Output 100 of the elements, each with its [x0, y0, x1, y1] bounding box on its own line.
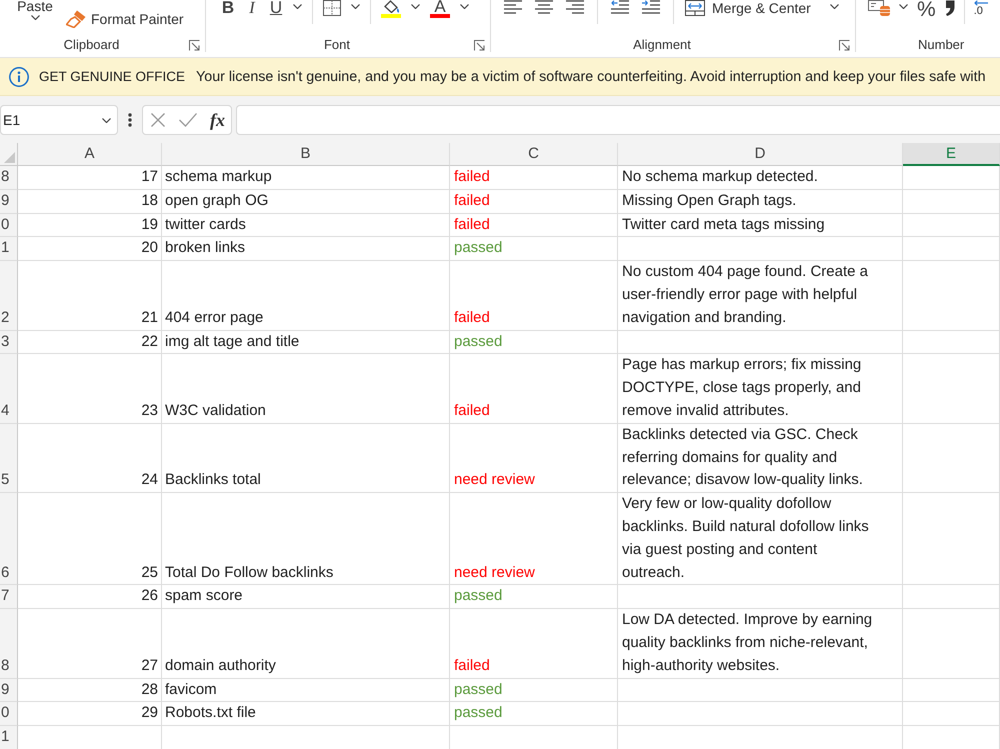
table-cell: passed [450, 678, 618, 702]
insert-function-button[interactable]: fx [210, 111, 225, 129]
format-painter-button[interactable]: Format Painter [66, 10, 184, 28]
table-cell: Backlinks total [162, 424, 450, 494]
merge-cells-icon [685, 0, 705, 16]
table-cell: Backlinks detected via GSC. Check referring domains for quality and relevance; disavow low-quality links. [618, 424, 903, 494]
indent-icon[interactable] [642, 0, 660, 14]
table-cell: 27 [18, 609, 162, 679]
chevron-down-icon[interactable] [830, 4, 839, 9]
row-header[interactable]: 4 [0, 354, 18, 424]
percent-button[interactable]: % [917, 0, 936, 19]
group-label: Number [918, 38, 964, 52]
arrow-left-icon [974, 0, 988, 6]
row-header[interactable]: 0 [0, 214, 18, 238]
table-cell: 17 [18, 166, 162, 190]
grid-icon[interactable] [323, 0, 341, 16]
table-cell: need review [450, 493, 618, 586]
table-cell: failed [450, 609, 618, 679]
group-label: Clipboard [64, 38, 120, 52]
outdent-icon[interactable] [611, 0, 629, 14]
row-header[interactable]: 9 [0, 190, 18, 214]
table-cell: No custom 404 page found. Create a user-friendly error page with helpful navigation and branding. [618, 261, 903, 331]
font-color-button[interactable]: A [430, 0, 450, 18]
column-header[interactable]: E [903, 143, 1000, 166]
banknote-coins-icon[interactable] [868, 0, 890, 16]
align-right-icon[interactable] [566, 0, 584, 14]
table-cell: Total Do Follow backlinks [162, 493, 450, 586]
check-icon[interactable] [178, 113, 196, 127]
table-cell: 22 [18, 330, 162, 354]
table-cell: 29 [18, 702, 162, 726]
row-header[interactable]: 2 [0, 261, 18, 331]
table-cell: Page has markup errors; fix missing DOCTYPE, close tags properly, and remove invalid attributes. [618, 354, 903, 424]
table-cell: 24 [18, 424, 162, 494]
chevron-down-icon[interactable] [293, 4, 302, 9]
x-icon[interactable] [151, 113, 165, 127]
row-header[interactable]: 3 [0, 330, 18, 354]
row-header[interactable]: 8 [0, 609, 18, 679]
table-cell: 18 [18, 190, 162, 214]
table-cell: passed [450, 330, 618, 354]
table-cell: No schema markup detected. [618, 166, 903, 190]
table-cell: 23 [18, 354, 162, 424]
table-cell: domain authority [162, 609, 450, 679]
chevron-down-icon[interactable] [30, 15, 40, 20]
triangle-icon [4, 152, 15, 163]
table-cell: twitter cards [162, 214, 450, 238]
align-center-icon[interactable] [535, 0, 553, 14]
column-header[interactable]: B [162, 143, 450, 166]
table-cell: Robots.txt file [162, 702, 450, 726]
row-header[interactable]: 9 [0, 678, 18, 702]
table-cell: failed [450, 190, 618, 214]
message-title: GET GENUINE OFFICE [39, 69, 186, 84]
chevron-down-icon[interactable] [411, 4, 420, 9]
table-cell: broken links [162, 237, 450, 262]
column-header[interactable]: C [450, 143, 618, 166]
formula-input[interactable] [236, 105, 1000, 135]
column-header[interactable]: A [18, 143, 162, 166]
name-box[interactable]: E1 [0, 105, 118, 135]
dialog-launcher-icon[interactable] [189, 40, 200, 50]
table-cell: spam score [162, 585, 450, 610]
table-cell: failed [450, 261, 618, 331]
row-header[interactable]: 8 [0, 166, 18, 190]
table-cell: 404 error page [162, 261, 450, 331]
comma-icon[interactable] [944, 0, 955, 16]
table-cell: favicom [162, 678, 450, 702]
table-cell: passed [450, 702, 618, 726]
decimal-button[interactable]: .0 [974, 0, 988, 16]
group-label: Alignment [633, 38, 691, 52]
align-left-icon[interactable] [504, 0, 522, 14]
row-header[interactable]: 1 [0, 237, 18, 262]
table-cell: failed [450, 214, 618, 238]
table-cell: open graph OG [162, 190, 450, 214]
brush-icon [66, 10, 86, 28]
table-cell: 19 [18, 214, 162, 238]
dialog-launcher-icon[interactable] [839, 40, 850, 50]
italic-button[interactable]: I [245, 0, 259, 16]
column-header[interactable]: D [618, 143, 903, 166]
row-header[interactable]: 5 [0, 424, 18, 494]
row-header[interactable]: 6 [0, 493, 18, 586]
merge-center-button[interactable]: Merge & Center [685, 0, 811, 16]
paint-bucket-icon [382, 0, 400, 13]
chevron-down-icon[interactable] [899, 4, 908, 9]
paste-button[interactable]: Paste [17, 0, 53, 13]
row-header[interactable]: 1 [0, 726, 18, 749]
chevron-down-icon[interactable] [351, 4, 360, 9]
row-header[interactable]: 0 [0, 702, 18, 726]
row-header[interactable]: 7 [0, 585, 18, 610]
dialog-launcher-icon[interactable] [474, 40, 485, 50]
vertical-dots-icon[interactable] [128, 113, 132, 127]
table-cell: 20 [18, 237, 162, 262]
table-cell: passed [450, 585, 618, 610]
chevron-down-icon[interactable] [460, 4, 469, 9]
underline-button[interactable]: U [269, 0, 283, 16]
fill-color-button[interactable] [381, 0, 401, 18]
bold-button[interactable]: B [221, 0, 235, 16]
table-cell: Missing Open Graph tags. [618, 190, 903, 214]
message-text: Your license isn't genuine, and you may be a victim of software counterfeiting. Avoid interruption and keep your files safe with [196, 68, 986, 84]
table-cell: Low DA detected. Improve by earning quality backlinks from niche-relevant, high-authority websites. [618, 609, 903, 679]
chevron-down-icon[interactable] [102, 118, 111, 122]
table-cell: schema markup [162, 166, 450, 190]
table-cell: Twitter card meta tags missing [618, 214, 903, 238]
